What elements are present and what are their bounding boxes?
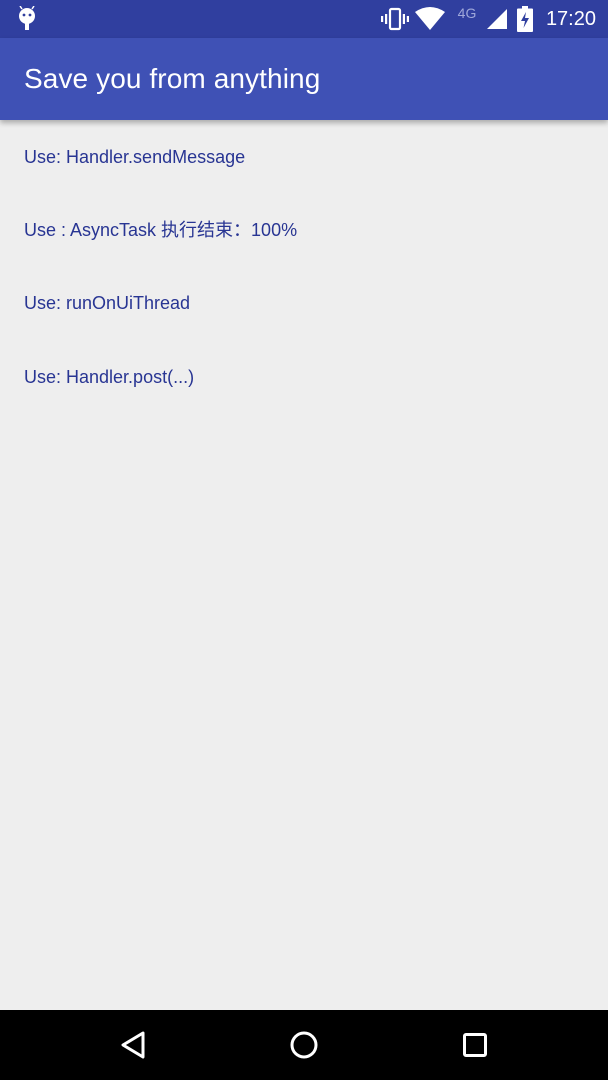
message-asynctask: Use : AsyncTask 执行结束：100%: [24, 220, 298, 240]
message-handler-post: Use: Handler.post(...): [24, 367, 195, 387]
message-runonuithread: Use: runOnUiThread: [24, 293, 191, 313]
network-type-label: 4G: [457, 5, 477, 21]
android-notification-icon: [14, 0, 40, 38]
clock-time: 17:20: [545, 8, 596, 30]
recents-button[interactable]: [435, 1010, 515, 1080]
wifi-icon: [414, 0, 446, 38]
vibrate-icon: [380, 0, 410, 38]
app-title: Save you from anything: [24, 63, 321, 94]
message-list: Use: Handler.sendMessage Use : AsyncTask…: [0, 120, 608, 1010]
app-bar: Save you from anything: [0, 38, 608, 120]
back-triangle-icon: [121, 1031, 145, 1059]
status-bar: 4G 17:20: [0, 0, 608, 38]
recents-square-icon: [463, 1033, 487, 1057]
signal-icon: [482, 0, 510, 38]
battery-charging-icon: [514, 0, 536, 38]
back-button[interactable]: [93, 1010, 173, 1080]
home-circle-icon: [290, 1031, 318, 1059]
navigation-bar: [0, 1010, 608, 1080]
home-button[interactable]: [264, 1010, 344, 1080]
message-handler-sendmessage: Use: Handler.sendMessage: [24, 147, 246, 167]
